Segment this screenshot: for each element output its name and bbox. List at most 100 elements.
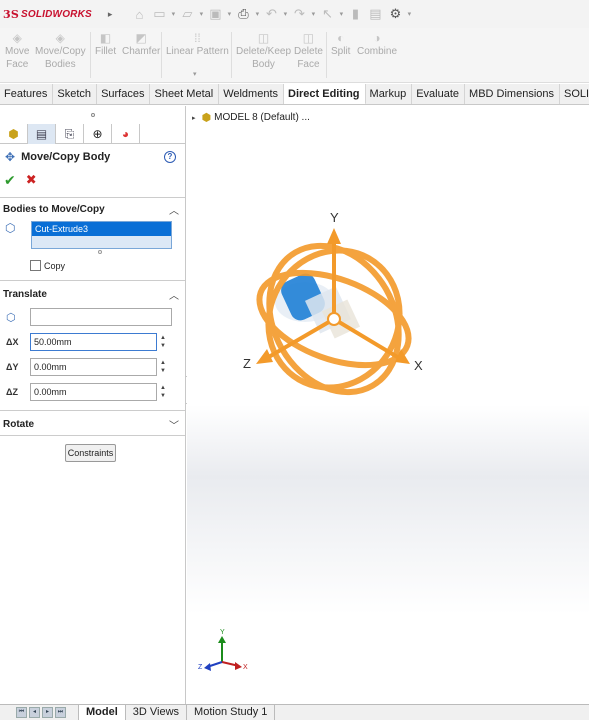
first-tab-icon[interactable]: ⏮ <box>16 707 27 718</box>
undo-icon[interactable]: ↶ <box>261 4 281 24</box>
select-arrow-icon[interactable]: ↖ <box>317 4 337 24</box>
bodies-selection-row: ⬡ Cut-Extrude3 <box>0 221 185 249</box>
configuration-manager-tab[interactable]: ⎘ <box>56 124 84 144</box>
axis-z-label: Z <box>243 356 251 371</box>
tab-surfaces[interactable]: Surfaces <box>97 84 151 104</box>
split-button[interactable]: ◐ Split <box>331 31 350 58</box>
graphics-viewport[interactable]: ▸ ⬢ MODEL 8 (Default) ... Y Z X Y X Z <box>187 106 589 704</box>
ref-y-label: Y <box>220 629 225 636</box>
home-icon[interactable]: ⌂ <box>129 4 149 24</box>
spin-down-icon[interactable]: ▼ <box>160 367 168 375</box>
tab-3d-views[interactable]: 3D Views <box>126 704 188 720</box>
file-properties-icon[interactable]: ▤ <box>365 4 385 24</box>
tab-motion-study-1[interactable]: Motion Study 1 <box>187 704 276 720</box>
chamfer-button[interactable]: ◩ Chamfer <box>122 31 160 58</box>
open-dropdown-icon[interactable]: ▾ <box>197 10 205 18</box>
combine-button[interactable]: ◑ Combine <box>357 31 397 58</box>
move-copy-bodies-button[interactable]: ◈ Move/Copy Bodies <box>35 31 86 71</box>
spin-up-icon[interactable]: ▲ <box>160 384 168 392</box>
fillet-button[interactable]: ◧ Fillet <box>95 31 116 58</box>
last-tab-icon[interactable]: ⏭ <box>55 707 66 718</box>
spin-up-icon[interactable]: ▲ <box>160 359 168 367</box>
next-tab-icon[interactable]: ▸ <box>42 707 53 718</box>
delta-x-input[interactable]: 50.00mm <box>30 333 157 351</box>
axis-x-label: X <box>414 358 423 373</box>
tab-scroll-buttons: ⏮ ◂ ▸ ⏭ <box>16 707 66 718</box>
bodies-section-header[interactable]: Bodies to Move/Copy ︿ <box>0 200 185 218</box>
spin-down-icon[interactable]: ▼ <box>160 342 168 350</box>
print-icon[interactable]: ⎙ <box>233 4 253 24</box>
section-title: Rotate <box>3 418 35 430</box>
ribbon-separator <box>161 32 162 78</box>
panel-splitter-handle-icon[interactable] <box>90 113 95 117</box>
move-face-button[interactable]: ◈ Move Face <box>5 31 29 71</box>
copy-checkbox[interactable] <box>30 260 41 271</box>
delta-z-spinner[interactable]: ▲ ▼ <box>160 384 168 400</box>
spin-up-icon[interactable]: ▲ <box>160 334 168 342</box>
chevron-up-icon[interactable]: ︿ <box>169 287 179 302</box>
print-dropdown-icon[interactable]: ▾ <box>253 10 261 18</box>
bodies-selection-box[interactable]: Cut-Extrude3 <box>31 221 172 249</box>
property-manager-tab[interactable]: ▤ <box>28 124 56 144</box>
redo-dropdown-icon[interactable]: ▾ <box>309 10 317 18</box>
dimxpert-manager-tab[interactable]: ⊕ <box>84 124 112 144</box>
crosshair-icon: ⊕ <box>92 127 103 141</box>
linear-pattern-icon: ⁞⁞ <box>194 31 201 45</box>
help-icon[interactable]: ? <box>164 151 176 163</box>
delete-face-button[interactable]: ◫ Delete Face <box>294 31 323 71</box>
tab-evaluate[interactable]: Evaluate <box>412 84 466 104</box>
tab-markup[interactable]: Markup <box>366 84 413 104</box>
rebuild-icon[interactable]: ▮ <box>345 4 365 24</box>
tab-sketch[interactable]: Sketch <box>53 84 98 104</box>
section-title: Bodies to Move/Copy <box>3 203 105 215</box>
delta-x-spinner[interactable]: ▲ ▼ <box>160 334 168 350</box>
delta-x-label: ΔX <box>6 337 19 347</box>
tab-model[interactable]: Model <box>78 704 126 720</box>
delete-keep-body-button[interactable]: ◫ Delete/Keep Body <box>236 31 291 71</box>
selected-body-item[interactable]: Cut-Extrude3 <box>32 222 171 236</box>
delta-z-input[interactable]: 0.00mm <box>30 383 157 401</box>
fillet-icon: ◧ <box>99 31 112 45</box>
move-face-icon: ◈ <box>12 31 22 45</box>
options-gear-icon[interactable]: ⚙ <box>385 4 405 24</box>
spin-down-icon[interactable]: ▼ <box>160 392 168 400</box>
delta-y-spinner[interactable]: ▲ ▼ <box>160 359 168 375</box>
redo-icon[interactable]: ↷ <box>289 4 309 24</box>
tab-solidworks-addins[interactable]: SOLI <box>560 84 589 104</box>
prev-tab-icon[interactable]: ◂ <box>29 707 40 718</box>
new-dropdown-icon[interactable]: ▾ <box>169 10 177 18</box>
ref-x-arrowhead <box>235 662 242 670</box>
translate-reference-input[interactable] <box>30 308 172 326</box>
ribbon-separator <box>90 32 91 78</box>
display-manager-tab[interactable]: ◕ <box>112 124 140 144</box>
tab-sheet-metal[interactable]: Sheet Metal <box>150 84 220 104</box>
save-dropdown-icon[interactable]: ▾ <box>225 10 233 18</box>
linear-pattern-dropdown-icon[interactable]: ▾ <box>193 70 197 78</box>
listbox-resize-handle-icon[interactable] <box>98 250 102 254</box>
constraints-button[interactable]: Constraints <box>65 444 116 462</box>
ok-checkmark-icon[interactable]: ✔ <box>4 172 16 189</box>
chevron-up-icon[interactable]: ︿ <box>169 202 179 217</box>
rotate-section-header[interactable]: Rotate ﹀ <box>0 415 185 433</box>
new-document-icon[interactable]: ▭ <box>149 4 169 24</box>
translate-section-header[interactable]: Translate ︿ <box>0 285 185 303</box>
chevron-down-icon[interactable]: ﹀ <box>169 417 179 432</box>
tab-features[interactable]: Features <box>0 84 54 104</box>
feature-manager-tab[interactable]: ⬢ <box>0 124 28 144</box>
tab-mbd-dimensions[interactable]: MBD Dimensions <box>465 84 560 104</box>
save-icon[interactable]: ▣ <box>205 4 225 24</box>
manager-tabs: ⬢ ▤ ⎘ ⊕ ◕ <box>0 124 185 144</box>
options-dropdown-icon[interactable]: ▾ <box>405 10 413 18</box>
linear-pattern-button[interactable]: ⁞⁞ Linear Pattern <box>166 31 229 58</box>
delta-y-input[interactable]: 0.00mm <box>30 358 157 376</box>
menu-expand-arrow-icon[interactable]: ▸ <box>108 9 113 20</box>
solidworks-logo[interactable]: 3S SOLIDWORKS <box>3 8 92 21</box>
tab-weldments[interactable]: Weldments <box>219 84 285 104</box>
triad-x-arm <box>332 317 401 360</box>
select-dropdown-icon[interactable]: ▾ <box>337 10 345 18</box>
tab-direct-editing[interactable]: Direct Editing <box>284 84 366 104</box>
undo-dropdown-icon[interactable]: ▾ <box>281 10 289 18</box>
cancel-x-icon[interactable]: ✖ <box>26 172 37 188</box>
open-folder-icon[interactable]: ▱ <box>177 4 197 24</box>
triad-center-ball[interactable] <box>327 312 341 326</box>
